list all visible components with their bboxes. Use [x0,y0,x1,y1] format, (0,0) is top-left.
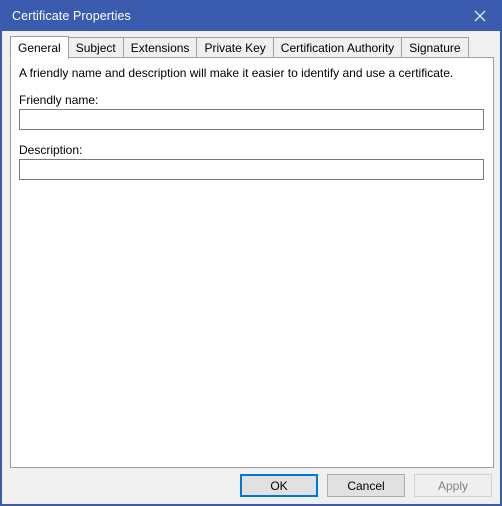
window-title: Certificate Properties [12,8,131,23]
tab-private-key-label: Private Key [204,40,266,55]
apply-button: Apply [414,474,492,497]
tab-strip: General Subject Extensions Private Key C… [10,36,494,59]
tab-certification-authority[interactable]: Certification Authority [272,37,403,58]
tab-extensions[interactable]: Extensions [122,37,198,58]
tab-subject[interactable]: Subject [67,37,124,58]
close-icon[interactable] [457,0,500,31]
cancel-button[interactable]: Cancel [327,474,405,497]
friendly-name-label: Friendly name: [19,93,99,107]
intro-description: A friendly name and description will mak… [19,66,454,80]
tab-signature-label: Signature [409,40,461,55]
certificate-properties-dialog: Certificate Properties General Subject E… [0,0,502,506]
general-tab-panel: A friendly name and description will mak… [10,57,494,468]
tab-private-key[interactable]: Private Key [196,37,274,58]
ok-button[interactable]: OK [240,474,318,497]
tab-certification-authority-label: Certification Authority [280,40,395,55]
description-input[interactable] [19,159,484,180]
tab-signature[interactable]: Signature [401,37,469,58]
tab-subject-label: Subject [75,40,116,55]
tab-general[interactable]: General [10,36,69,59]
friendly-name-input[interactable] [19,109,484,130]
dialog-button-bar: OK Cancel Apply [2,474,500,504]
tab-extensions-label: Extensions [130,40,190,55]
title-bar: Certificate Properties [2,0,500,31]
description-label: Description: [19,143,83,157]
tab-general-label: General [18,40,61,55]
